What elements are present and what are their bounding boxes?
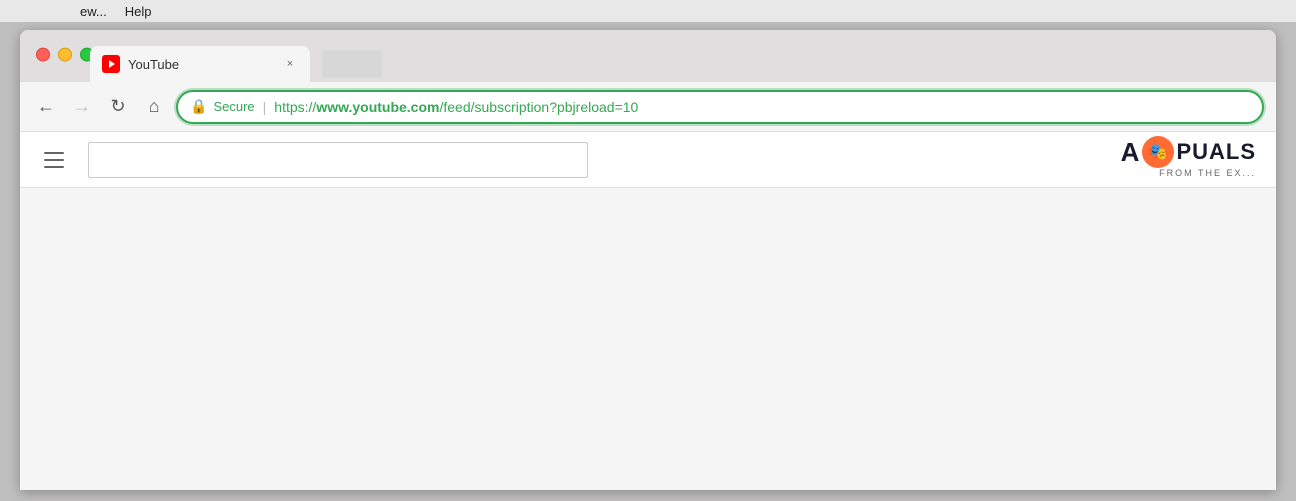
- secure-label: Secure: [213, 99, 254, 114]
- menu-bar: ew... Help: [0, 0, 1296, 22]
- traffic-lights: [36, 48, 94, 62]
- watermark-logo: A 🎭 PUALS: [1121, 136, 1256, 168]
- home-button[interactable]: ⌂: [140, 93, 168, 121]
- menu-item-help[interactable]: Help: [125, 4, 152, 19]
- minimize-button[interactable]: [58, 48, 72, 62]
- watermark-text: PUALS: [1176, 139, 1256, 165]
- hamburger-line-2: [44, 159, 64, 161]
- title-bar: YouTube ×: [20, 30, 1276, 82]
- youtube-page: [20, 132, 1276, 188]
- watermark: A 🎭 PUALS FROM THE EX...: [1121, 136, 1256, 178]
- yt-header: [20, 132, 1276, 188]
- hamburger-line-1: [44, 152, 64, 154]
- url-divider: |: [263, 99, 267, 115]
- watermark-icon: 🎭: [1142, 136, 1174, 168]
- tab-close-button[interactable]: ×: [282, 56, 298, 72]
- tab-title: YouTube: [128, 57, 274, 72]
- address-bar[interactable]: 🔒 Secure | https://www.youtube.com/feed/…: [176, 90, 1264, 124]
- lock-icon: 🔒: [190, 98, 207, 115]
- new-tab-placeholder: [322, 50, 382, 78]
- page-content-area: A 🎭 PUALS FROM THE EX...: [20, 132, 1276, 188]
- hamburger-line-3: [44, 166, 64, 168]
- active-tab[interactable]: YouTube ×: [90, 46, 310, 82]
- menu-item-ew[interactable]: ew...: [80, 4, 107, 19]
- watermark-subtitle: FROM THE EX...: [1159, 168, 1256, 178]
- url-params: ?pbjreload=10: [549, 99, 638, 115]
- url-domain: www.youtube.com: [316, 99, 439, 115]
- watermark-a: A: [1121, 137, 1141, 168]
- hamburger-menu-button[interactable]: [36, 144, 72, 176]
- forward-button[interactable]: →: [68, 93, 96, 121]
- url-path: /feed/subscription: [439, 99, 549, 115]
- close-button[interactable]: [36, 48, 50, 62]
- url-prefix: https://: [274, 99, 316, 115]
- reload-button[interactable]: ↻: [104, 93, 132, 121]
- tab-favicon: [102, 55, 120, 73]
- back-button[interactable]: ←: [32, 93, 60, 121]
- search-input[interactable]: [88, 142, 588, 178]
- browser-window: YouTube × ← → ↻ ⌂ 🔒 Secure: [20, 30, 1276, 490]
- url-display: https://www.youtube.com/feed/subscriptio…: [274, 99, 638, 115]
- nav-bar: ← → ↻ ⌂ 🔒 Secure | https://www.youtube.c…: [20, 82, 1276, 132]
- new-tab-area: [310, 46, 382, 82]
